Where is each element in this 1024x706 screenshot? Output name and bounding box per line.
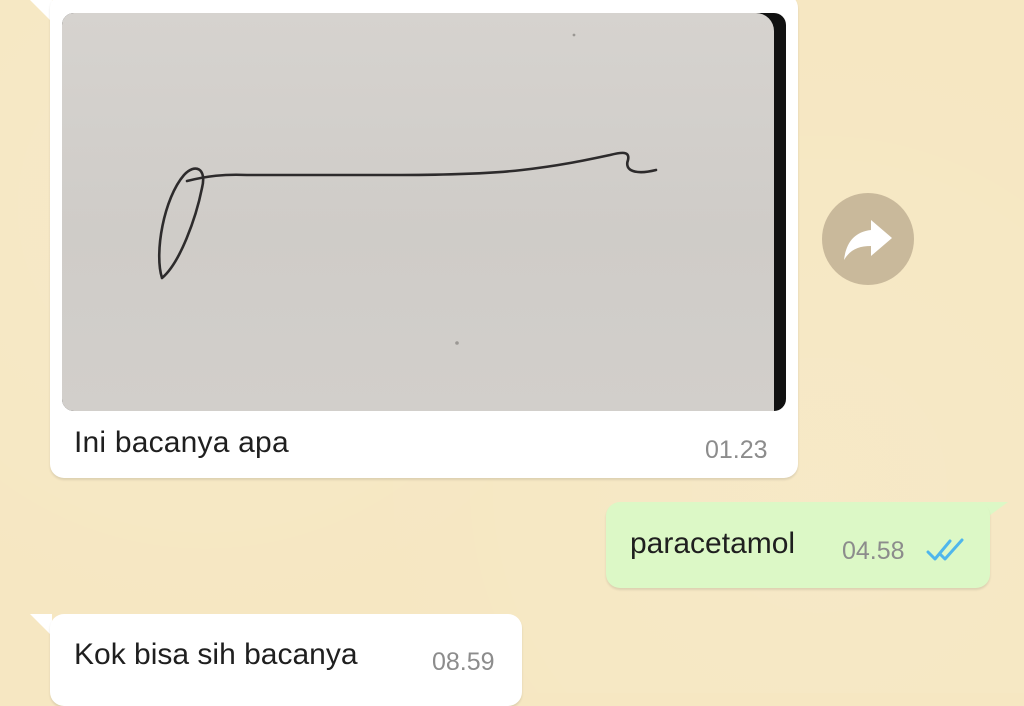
handwritten-signature bbox=[158, 33, 658, 345]
forward-icon bbox=[844, 220, 892, 260]
outgoing-message-text: paracetamol bbox=[630, 527, 796, 560]
message-time: 08.59 bbox=[432, 648, 495, 676]
incoming-message-text: Kok bisa sih bacanya bbox=[74, 638, 358, 671]
message-time: 04.58 bbox=[842, 537, 905, 565]
incoming-bubble-tail bbox=[30, 614, 52, 636]
message-photo[interactable] bbox=[62, 13, 786, 411]
forward-button[interactable] bbox=[822, 193, 914, 285]
double-check-icon bbox=[926, 538, 964, 561]
message-time: 01.23 bbox=[705, 436, 768, 464]
image-caption: Ini bacanya apa bbox=[74, 426, 289, 459]
incoming-bubble-tail bbox=[30, 0, 52, 22]
